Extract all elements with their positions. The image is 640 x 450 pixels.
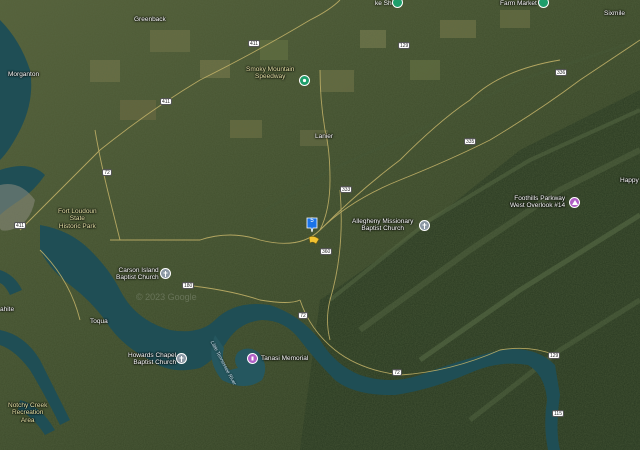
route-shield-360: 360 [320,248,333,255]
route-shield-335: 335 [464,138,477,145]
route-shield-333: 333 [340,186,353,193]
place-label-lanier: Lanier [315,133,334,140]
church-icon [163,270,168,277]
poi-label-fort-loudoun: Fort Loudoun State Historic Park [58,208,97,230]
bookmark-icon [308,236,320,245]
place-label-sixmile: Sixmile [604,10,625,17]
place-label-greenback: Greenback [134,16,166,23]
poi-pin-howards[interactable] [176,353,187,364]
satellite-map[interactable]: © 2023 Google Greenback Morganton Lanier… [0,0,640,450]
route-shield-72: 72 [102,169,112,176]
route-shield-411-top: 411 [248,40,260,47]
route-shield-180: 180 [182,282,195,289]
poi-label-notchy: Notchy Creek Recreation Area [8,402,48,424]
route-shield-336: 336 [555,69,568,76]
place-label-farm-market: Farm Market [500,0,537,7]
route-shield-129: 129 [398,42,411,49]
poi-label-tanasi: Tanasi Memorial [261,355,309,362]
poi-pin-speedway[interactable] [299,75,310,86]
place-label-morganton: Morganton [8,71,40,78]
route-shield-129b: 129 [548,352,561,359]
church-icon [422,222,427,229]
place-label-toqua: Toqua [90,318,108,325]
church-icon [179,355,184,362]
location-marker-yellow[interactable] [308,232,320,250]
poi-pin-allegheny[interactable] [419,220,430,231]
marker-number: 5 [310,218,314,224]
route-shield-72c: 72 [392,369,402,376]
monument-icon [251,356,254,361]
poi-label-carson: Carson Island Baptist Church [116,267,159,282]
route-shield-411-mid: 411 [160,98,172,105]
poi-label-speedway: Smoky Mountain Speedway [246,66,295,81]
place-label-happy: Happy [620,177,639,184]
poi-label-foothills: Foothills Parkway West Overlook #14 [510,195,566,210]
map-watermark: © 2023 Google [136,292,197,302]
place-label-vonore: ahite [0,306,15,313]
poi-label-allegheny: Allegheny Missionary Baptist Church [352,218,414,233]
poi-pin-carson[interactable] [160,268,171,279]
speedway-icon [302,78,307,83]
route-shield-115: 115 [552,410,564,417]
viewpoint-icon [571,200,578,205]
route-shield-72b: 72 [298,312,308,319]
poi-pin-tanasi[interactable] [247,353,258,364]
poi-pin-foothills[interactable] [569,197,580,208]
route-shield-411-left: 411 [14,222,26,229]
poi-label-howards: Howards Chapel Baptist Church [128,352,177,367]
